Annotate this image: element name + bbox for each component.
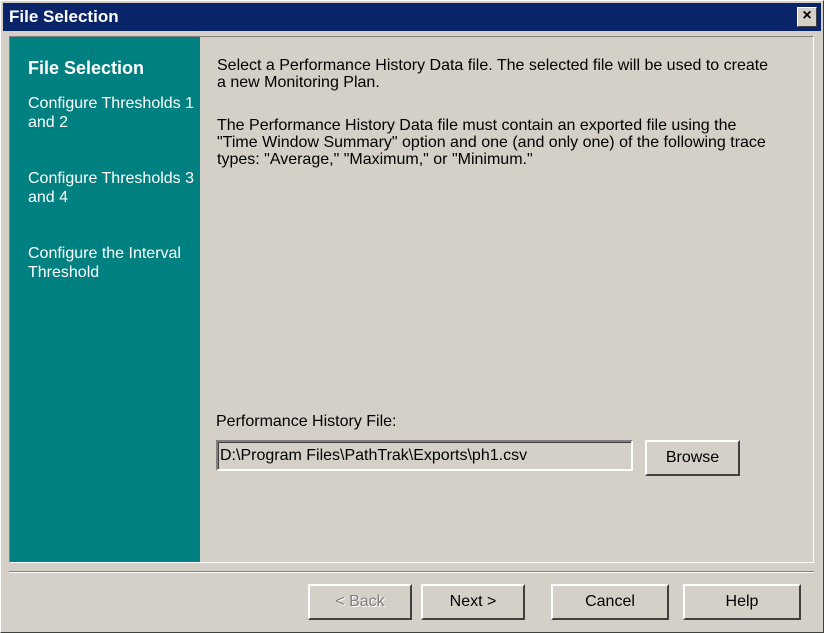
next-button[interactable]: Next > — [421, 584, 525, 620]
cancel-label: Cancel — [585, 593, 635, 610]
browse-button[interactable]: Browse — [645, 440, 740, 476]
file-label-text: Performance History File: — [216, 413, 397, 430]
close-icon: × — [802, 7, 812, 24]
current-step-title: File Selection — [28, 58, 145, 78]
performance-history-file-input[interactable] — [216, 440, 633, 471]
wizard-content: File Selection Configure Thresholds 1 an… — [9, 36, 814, 563]
wizard-steps-sidebar: File Selection Configure Thresholds 1 an… — [10, 37, 200, 562]
next-label: Next > — [449, 593, 497, 610]
browse-label: Browse — [665, 449, 720, 466]
step-configure-thresholds-1-2: Configure Thresholds 1 and 2 — [28, 95, 195, 131]
description-text: The Performance History Data file must c… — [217, 117, 766, 168]
back-button[interactable]: < Back — [308, 584, 412, 620]
step-configure-interval-threshold: Configure the Interval Threshold — [28, 245, 181, 281]
window-title: File Selection — [9, 7, 119, 26]
back-label: < Back — [335, 593, 385, 610]
file-field-label: Performance History File: — [216, 413, 397, 431]
intro-text: Select a Performance History Data file. … — [217, 57, 769, 91]
title-bar[interactable]: File Selection × — [3, 3, 821, 31]
help-button[interactable]: Help — [683, 584, 801, 620]
file-selection-dialog: File Selection × File Selection Configur… — [0, 0, 824, 633]
close-button[interactable]: × — [797, 7, 817, 27]
cancel-button[interactable]: Cancel — [551, 584, 669, 620]
step-configure-thresholds-3-4: Configure Thresholds 3 and 4 — [28, 170, 195, 206]
help-label: Help — [725, 593, 759, 610]
footer-divider — [9, 571, 814, 573]
